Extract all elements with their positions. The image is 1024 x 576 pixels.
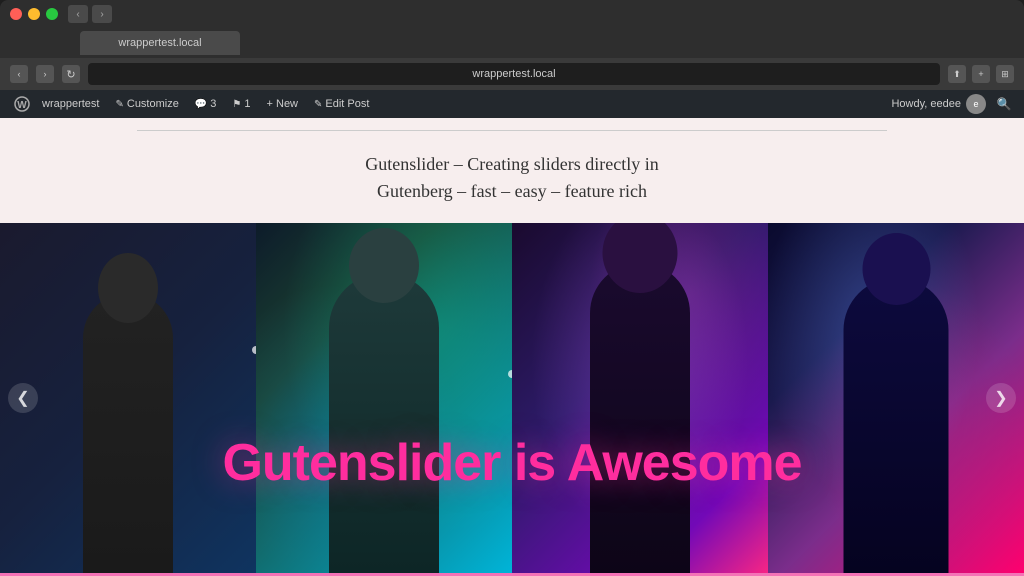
admin-bar-new[interactable]: + New [259, 90, 307, 118]
admin-bar-site-name[interactable]: wrappertest [34, 90, 107, 118]
admin-bar-customize[interactable]: ✎ Customize [107, 90, 186, 118]
comments-icon: 💬 [195, 99, 207, 110]
admin-bar-howdy[interactable]: Howdy, eedee e [883, 94, 994, 114]
edit-post-label: Edit Post [325, 98, 369, 110]
svg-text:W: W [17, 100, 27, 111]
search-icon[interactable]: 🔍 [994, 94, 1014, 114]
updates-count: 1 [244, 98, 250, 110]
wp-logo-icon[interactable]: W [10, 92, 34, 116]
slider-panel-1 [0, 223, 256, 573]
page-content: Gutenslider – Creating sliders directly … [0, 118, 1024, 576]
avatar: e [966, 94, 986, 114]
address-bar: ‹ › ↻ wrappertest.local ⬆ + ⊞ [0, 58, 1024, 90]
next-arrow-icon: ❯ [994, 388, 1007, 408]
slider-panel-2 [256, 223, 512, 573]
prev-arrow-icon: ❮ [16, 388, 29, 408]
tab-bar: wrappertest.local [0, 28, 1024, 58]
refresh-icon[interactable]: ↻ [62, 65, 80, 83]
comments-count: 3 [210, 98, 216, 110]
admin-bar-comments[interactable]: 💬 3 [187, 90, 225, 118]
person-silhouette-1 [83, 293, 173, 573]
admin-bar-edit-post[interactable]: ✎ Edit Post [306, 90, 377, 118]
slider-panel-3 [512, 223, 768, 573]
person-silhouette-2 [329, 273, 439, 573]
description-section: Gutenslider – Creating sliders directly … [0, 131, 1024, 223]
howdy-text: Howdy, eedee [891, 98, 961, 110]
browser-tab[interactable]: wrappertest.local [80, 31, 240, 55]
admin-bar-updates[interactable]: ⚑ 1 [224, 90, 258, 118]
nav-buttons: ‹ › [68, 5, 112, 23]
back-button[interactable]: ‹ [68, 5, 88, 23]
panel-1-dot [252, 346, 256, 354]
history-back-icon[interactable]: ‹ [10, 65, 28, 83]
site-name-text: wrappertest [42, 98, 99, 110]
slider-next-button[interactable]: ❯ [986, 383, 1016, 413]
slider-prev-button[interactable]: ❮ [8, 383, 38, 413]
history-forward-icon[interactable]: › [36, 65, 54, 83]
slider-section: Gutenslider is Awesome ❮ ❯ [0, 223, 1024, 573]
browser-window: ‹ › wrappertest.local ‹ › ↻ wrappertest.… [0, 0, 1024, 576]
forward-button[interactable]: › [92, 5, 112, 23]
person-silhouette-4 [844, 278, 949, 573]
url-text: wrappertest.local [472, 68, 555, 80]
maximize-button[interactable] [46, 8, 58, 20]
customize-label: Customize [127, 98, 179, 110]
edit-post-icon: ✎ [314, 99, 322, 110]
url-field[interactable]: wrappertest.local [88, 63, 940, 85]
panel-2-dot [508, 370, 512, 378]
updates-icon: ⚑ [232, 99, 241, 110]
traffic-lights [10, 8, 58, 20]
bookmark-icon[interactable]: + [972, 65, 990, 83]
description-text: Gutenslider – Creating sliders directly … [20, 151, 1004, 205]
person-silhouette-3 [590, 263, 690, 573]
title-bar: ‹ › [0, 0, 1024, 28]
share-icon[interactable]: ⬆ [948, 65, 966, 83]
slider-images [0, 223, 1024, 573]
customize-icon: ✎ [115, 99, 123, 110]
wp-admin-bar: W wrappertest ✎ Customize 💬 3 ⚑ 1 + New … [0, 90, 1024, 118]
close-button[interactable] [10, 8, 22, 20]
extensions-icon[interactable]: ⊞ [996, 65, 1014, 83]
tab-label: wrappertest.local [118, 37, 201, 49]
new-label: + New [267, 98, 299, 110]
minimize-button[interactable] [28, 8, 40, 20]
browser-toolbar-icons: ⬆ + ⊞ [948, 65, 1014, 83]
